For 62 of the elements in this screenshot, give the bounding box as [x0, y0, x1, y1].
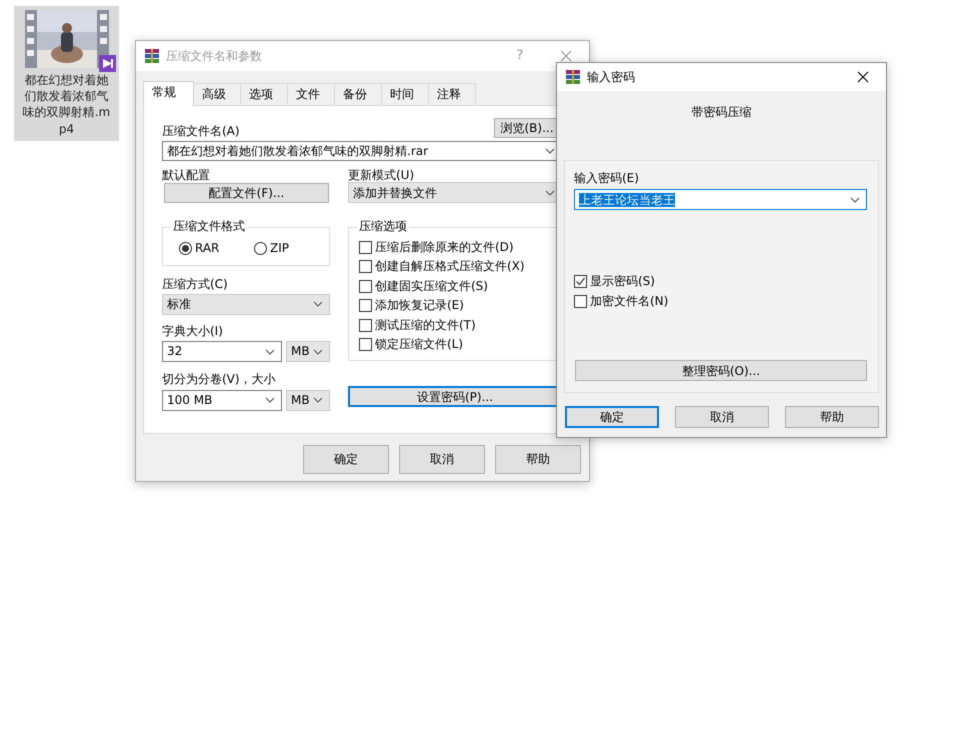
button[interactable]: 取消 — [675, 406, 769, 428]
field-label: 输入密码(E) — [574, 171, 640, 186]
field-label: 字典大小(I) — [162, 324, 224, 338]
checkbox[interactable] — [359, 280, 372, 293]
checkbox-label: 锁定压缩文件(L) — [375, 337, 464, 352]
dropdown[interactable]: 标准 — [162, 294, 330, 315]
tab[interactable]: 注释 — [428, 83, 476, 105]
button[interactable]: 配置文件(F)... — [164, 183, 329, 204]
checkmark-icon — [575, 276, 586, 287]
combo-box[interactable]: 32 — [162, 341, 282, 362]
field-label: 压缩方式(C) — [162, 277, 229, 292]
radio-button[interactable] — [179, 242, 192, 255]
combo-box[interactable]: 100 MB — [162, 390, 282, 411]
button[interactable]: 确定 — [303, 445, 389, 474]
button[interactable]: 确定 — [565, 406, 659, 428]
chevron-down-icon — [313, 397, 323, 404]
window-title: 压缩文件名和参数 — [166, 48, 263, 64]
checkbox[interactable] — [359, 299, 372, 312]
radio-label: RAR — [195, 240, 220, 256]
close-button[interactable] — [857, 71, 869, 83]
checkbox[interactable] — [574, 294, 587, 308]
combo-box[interactable]: 上老王论坛当老王 — [574, 189, 867, 210]
checkbox[interactable] — [359, 240, 372, 254]
button[interactable]: 帮助 — [495, 445, 581, 474]
chevron-down-icon — [313, 348, 323, 355]
checkbox[interactable] — [359, 318, 372, 332]
button[interactable]: 取消 — [399, 445, 485, 474]
checkbox-label: 创建自解压格式压缩文件(X) — [375, 259, 525, 274]
button[interactable]: 帮助 — [785, 406, 879, 428]
radio-label: ZIP — [270, 240, 289, 256]
dialog-heading: 带密码压缩 — [690, 105, 752, 121]
field-label: 压缩文件名(A) — [162, 124, 240, 138]
radio-button[interactable] — [254, 242, 267, 255]
dropdown[interactable]: MB — [286, 341, 330, 362]
checkbox-label: 压缩后删除原来的文件(D) — [375, 240, 514, 254]
dropdown[interactable]: MB — [286, 390, 330, 411]
group-label: 压缩文件格式 — [171, 219, 247, 234]
field-label: 更新模式(U) — [348, 168, 416, 182]
chevron-down-icon — [850, 196, 860, 203]
checkbox[interactable] — [359, 260, 372, 274]
field-label: 切分为分卷(V)，大小 — [162, 372, 277, 387]
group-label: 压缩选项 — [357, 219, 409, 234]
button[interactable]: 整理密码(O)... — [575, 360, 867, 382]
app-icon — [144, 48, 160, 64]
tab[interactable]: 常规 — [143, 81, 194, 106]
checkbox-label: 测试压缩的文件(T) — [375, 318, 476, 332]
chevron-down-icon — [313, 301, 323, 308]
field-label: 默认配置 — [162, 168, 211, 182]
chevron-down-icon — [265, 348, 275, 355]
checkbox-label: 添加恢复记录(E) — [375, 298, 464, 313]
checkbox-label: 加密文件名(N) — [590, 294, 668, 309]
chevron-down-icon — [545, 190, 555, 196]
checkbox-label: 创建固实压缩文件(S) — [375, 278, 488, 294]
app-icon — [565, 69, 581, 85]
checkbox-label: 显示密码(S) — [590, 274, 655, 289]
checkbox[interactable] — [574, 274, 587, 288]
play-badge-icon — [98, 55, 116, 72]
window-title: 输入密码 — [587, 70, 636, 84]
file-name: 都在幻想对着她们散发着浓郁气味的双脚射精.mp4 — [22, 72, 112, 137]
chevron-down-icon — [265, 397, 275, 404]
checkbox[interactable] — [359, 338, 372, 352]
chevron-down-icon — [545, 148, 555, 154]
